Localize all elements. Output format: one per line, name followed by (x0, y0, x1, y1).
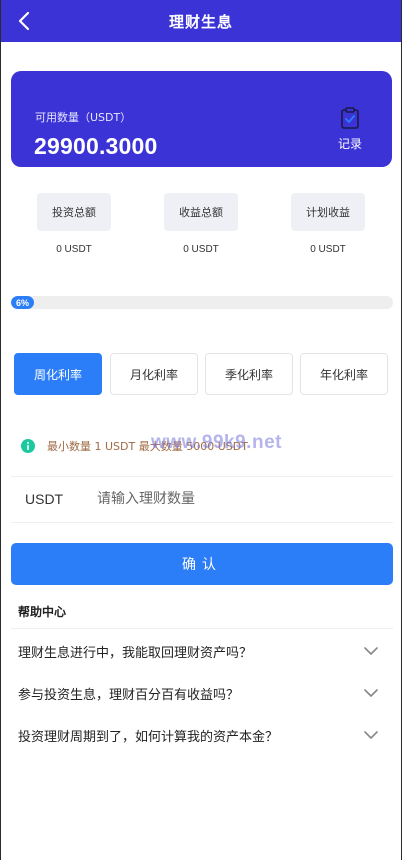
faq-question: 投资理财周期到了，如何计算我的资产本金？ (18, 729, 279, 745)
chevron-down-icon (364, 731, 378, 739)
faq-item[interactable]: 参与投资生息，理财百分百有收益吗？ (18, 680, 378, 706)
back-button[interactable] (13, 9, 35, 33)
top-nav-bar: 理财生息 (1, 0, 401, 42)
confirm-button[interactable]: 确认 (11, 543, 393, 585)
page-title: 理财生息 (168, 12, 233, 31)
faq-item[interactable]: 理财生息进行中，我能取回理财资产吗？ (18, 638, 378, 664)
stat-total-investment: 投资总额 0 USDT (36, 193, 112, 255)
balance-amount: 29900.3000 (34, 133, 158, 159)
balance-label: 可用数量（USDT） (35, 111, 132, 124)
amount-limit-text: 最小数量 1 USDT 最大数量 5000 USDT (47, 440, 248, 453)
divider (11, 628, 393, 629)
faq-question: 参与投资生息，理财百分百有收益吗？ (18, 687, 240, 703)
stat-planned-earnings: 计划收益 0 USDT (290, 193, 366, 255)
tab-yearly-rate[interactable]: 年化利率 (300, 353, 388, 395)
balance-card: 可用数量（USDT） 29900.3000 记录 (11, 71, 392, 167)
stat-label[interactable]: 投资总额 (37, 193, 111, 231)
stat-value: 0 USDT (183, 244, 219, 255)
amount-unit: USDT (25, 491, 64, 507)
amount-limit-note: 最小数量 1 USDT 最大数量 5000 USDT (21, 436, 248, 456)
chevron-down-icon (364, 689, 378, 697)
progress-fill: 6% (11, 296, 34, 309)
chevron-left-icon (18, 11, 30, 31)
tab-quarterly-rate[interactable]: 季化利率 (205, 353, 293, 395)
amount-input[interactable] (97, 491, 357, 507)
record-button[interactable]: 记录 (335, 107, 365, 152)
record-label: 记录 (337, 137, 362, 151)
stat-label[interactable]: 计划收益 (291, 193, 365, 231)
tab-weekly-rate[interactable]: 周化利率 (14, 353, 102, 395)
clipboard-check-icon (341, 107, 359, 129)
help-center-title: 帮助中心 (18, 605, 67, 619)
tab-monthly-rate[interactable]: 月化利率 (110, 353, 198, 395)
stat-value: 0 USDT (56, 244, 92, 255)
faq-item[interactable]: 投资理财周期到了，如何计算我的资产本金？ (18, 722, 378, 748)
divider (11, 522, 393, 523)
stats-section: 投资总额 0 USDT 收益总额 0 USDT 计划收益 0 USDT (1, 193, 401, 263)
stat-total-earnings: 收益总额 0 USDT (163, 193, 239, 255)
amount-input-row: USDT (11, 477, 393, 521)
faq-question: 理财生息进行中，我能取回理财资产吗？ (18, 645, 253, 661)
info-icon (21, 439, 35, 453)
stat-value: 0 USDT (310, 244, 346, 255)
rate-period-tabs: 周化利率 月化利率 季化利率 年化利率 (1, 353, 401, 396)
progress-bar: 6% (11, 296, 393, 309)
stat-label[interactable]: 收益总额 (164, 193, 238, 231)
chevron-down-icon (364, 647, 378, 655)
